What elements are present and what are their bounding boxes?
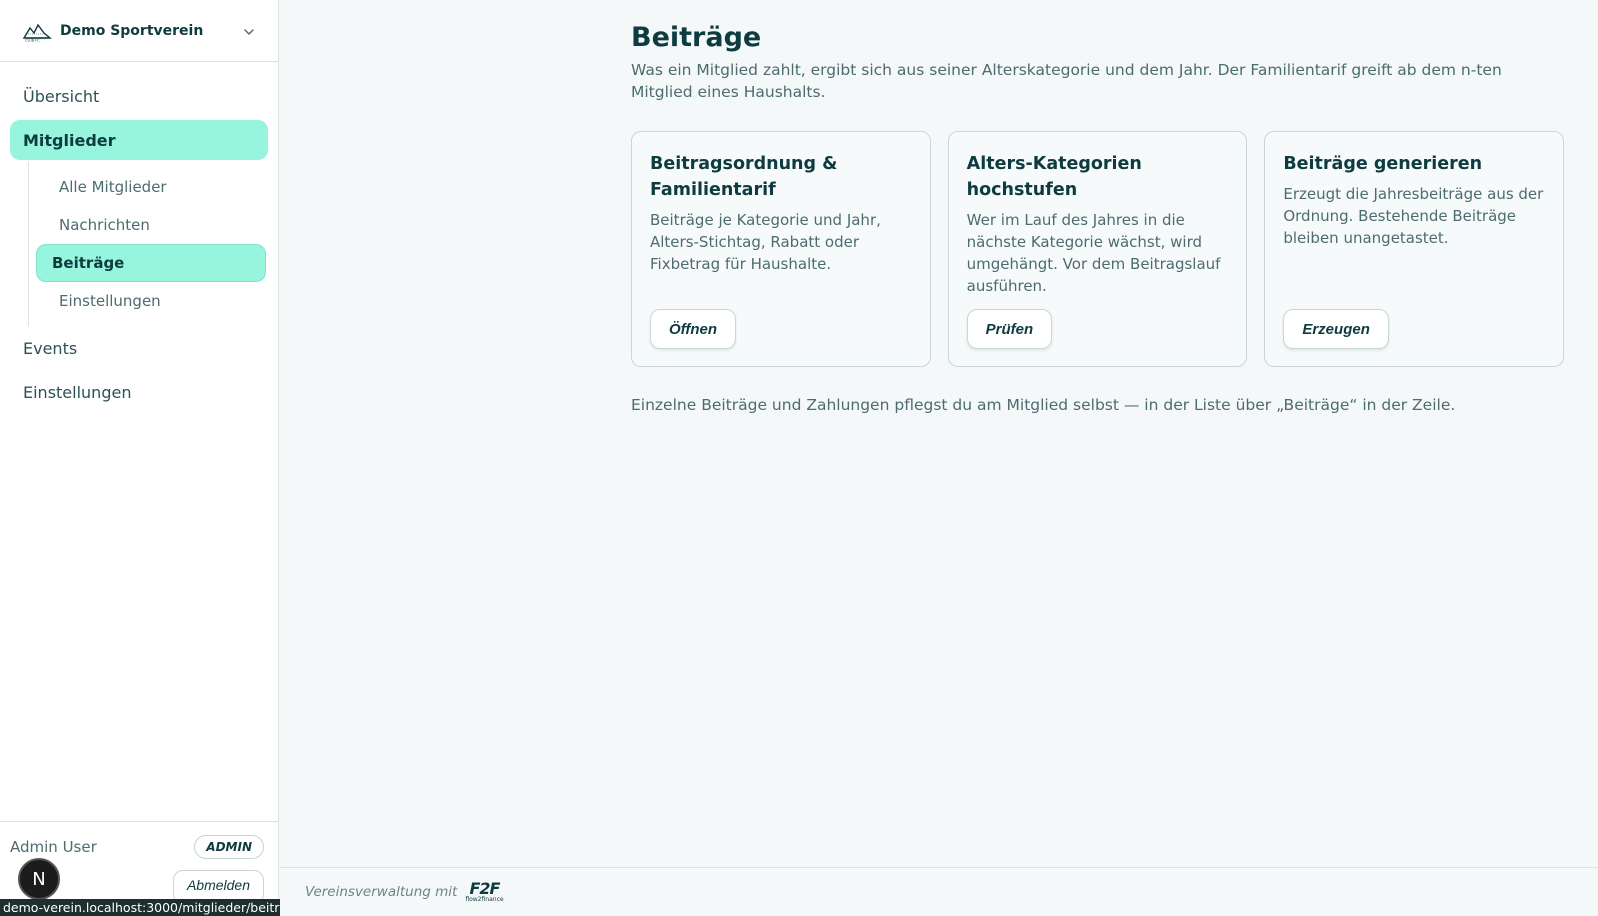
chevron-down-icon[interactable]	[242, 24, 256, 38]
members-subnav: Alle Mitglieder Nachrichten Beiträge Ein…	[28, 162, 278, 326]
page-footer: Vereinsverwaltung mit F2F flow2finance	[280, 867, 1598, 916]
generate-fees-button[interactable]: Erzeugen	[1283, 309, 1389, 349]
footer-text: Vereinsverwaltung mit	[305, 884, 458, 900]
open-fee-schedule-button[interactable]: Öffnen	[650, 309, 737, 349]
card-title: Beitragsordnung & Familientarif	[650, 154, 838, 200]
card-fee-schedule: Beitragsordnung & Familientarif Beiträge…	[631, 131, 931, 367]
role-badge: ADMIN	[194, 835, 264, 859]
svg-text:CLUB FC: CLUB FC	[25, 38, 40, 42]
nav-item-events[interactable]: Events	[10, 328, 268, 368]
org-switcher[interactable]: CLUB FC Demo Sportverein	[0, 0, 278, 62]
org-name: Demo Sportverein	[60, 22, 204, 39]
nav-item-overview[interactable]: Übersicht	[10, 76, 268, 116]
user-name: Admin User	[10, 838, 97, 856]
card-description: Wer im Lauf des Jahres in die nächste Ka…	[966, 211, 1221, 295]
sidebar: CLUB FC Demo Sportverein Übersicht Mitgl…	[0, 0, 279, 916]
card-generate-fees: Beiträge generieren Erzeugt die Jahresbe…	[1264, 131, 1565, 367]
avatar[interactable]: N	[18, 858, 60, 900]
main-area: Beiträge Was ein Mitglied zahlt, ergibt …	[280, 0, 1598, 916]
f2f-logo[interactable]: F2F flow2finance	[465, 878, 504, 903]
club-logo-icon: CLUB FC	[22, 20, 52, 42]
subnav-item-messages[interactable]: Nachrichten	[37, 206, 266, 244]
check-age-categories-button[interactable]: Prüfen	[966, 309, 1053, 349]
fees-content: Beiträge Was ein Mitglied zahlt, ergibt …	[631, 22, 1565, 414]
nav-item-settings[interactable]: Einstellungen	[10, 372, 268, 412]
f2f-logo-sub: flow2finance	[465, 895, 504, 903]
card-description: Beiträge je Kategorie und Jahr, Alters-S…	[650, 211, 881, 273]
action-cards: Beitragsordnung & Familientarif Beiträge…	[631, 131, 1565, 367]
subnav-item-all-members[interactable]: Alle Mitglieder	[37, 168, 266, 206]
card-description: Erzeugt die Jahresbeiträge aus der Ordnu…	[1283, 185, 1544, 247]
page-title: Beiträge	[631, 22, 762, 53]
sidebar-nav: Übersicht Mitglieder Alle Mitglieder Nac…	[0, 62, 278, 412]
nav-item-members[interactable]: Mitglieder	[10, 120, 268, 160]
subnav-item-settings[interactable]: Einstellungen	[37, 282, 266, 320]
card-title: Alters-Kategorien hochstufen	[966, 154, 1142, 200]
card-age-categories: Alters-Kategorien hochstufen Wer im Lauf…	[947, 131, 1248, 367]
subnav-item-fees[interactable]: Beiträge	[36, 244, 266, 282]
page-description: Was ein Mitglied zahlt, ergibt sich aus …	[631, 61, 1502, 101]
card-title: Beiträge generieren	[1283, 154, 1483, 174]
footnote: Einzelne Beiträge und Zahlungen pflegst …	[631, 396, 1456, 414]
status-url: demo-verein.localhost:3000/mitglieder/be…	[0, 899, 308, 916]
f2f-logo-mark: F2F	[469, 878, 500, 898]
